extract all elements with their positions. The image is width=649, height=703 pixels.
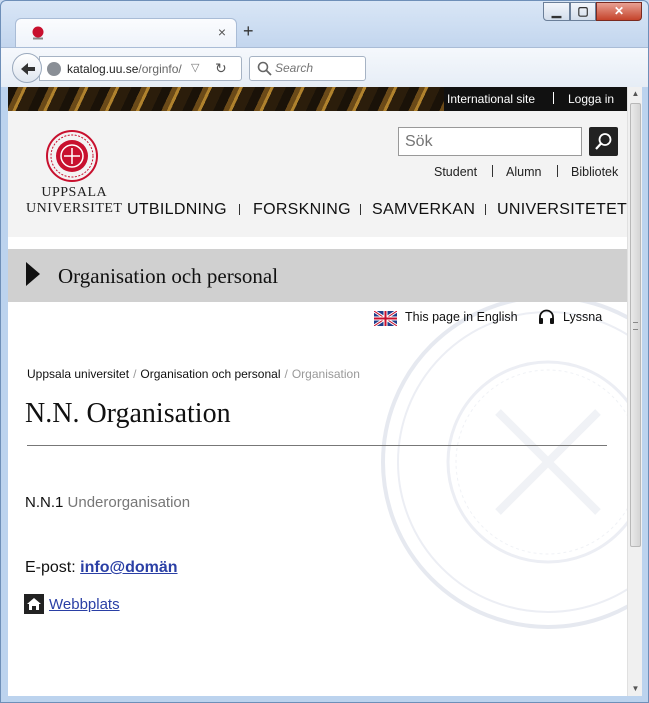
nav-samverkan[interactable]: SAMVERKAN (372, 201, 475, 219)
nav-universitetet[interactable]: UNIVERSITETET (497, 201, 627, 219)
minimize-icon: ▁ (551, 4, 562, 18)
tab-close-icon[interactable]: × (218, 24, 226, 40)
nav-utbildning[interactable]: UTBILDNING (127, 201, 227, 219)
uu-favicon-icon (32, 26, 44, 40)
uppsala-seal-icon[interactable] (46, 130, 98, 182)
url-bar[interactable]: katalog.uu.se/orginfo/ ▽ ↻ (39, 56, 242, 81)
url-path: /orginfo/ (138, 62, 182, 76)
headphones-icon[interactable] (538, 309, 555, 324)
browser-window: × + ▁ ▢ ✕ katalog.uu.se/orginfo/ ▽ ↻ Int… (0, 0, 649, 703)
quick-link-separator (557, 165, 558, 177)
top-link-separator (553, 92, 554, 104)
email-row: E-post: info@domän (25, 559, 178, 577)
minimize-button[interactable]: ▁ (543, 2, 570, 21)
login-link[interactable]: Logga in (568, 92, 614, 106)
url-dropdown-icon[interactable]: ▽ (191, 61, 199, 74)
website-link[interactable]: Webbplats (49, 596, 120, 613)
back-button[interactable] (12, 53, 42, 83)
bibliotek-link[interactable]: Bibliotek (571, 165, 618, 179)
breadcrumb: Uppsala universitet / Organisation och per… (27, 367, 360, 381)
page-title: N.N. Organisation (25, 398, 231, 429)
section-title[interactable]: Organisation och personal (58, 264, 278, 289)
nav-forskning[interactable]: FORSKNING (253, 201, 351, 219)
site-search-button[interactable] (589, 127, 618, 156)
nav-separator (239, 204, 240, 215)
site-header: UPPSALA UNIVERSITET Student Alumn Biblio… (8, 111, 627, 237)
browser-search-input[interactable] (275, 61, 360, 75)
email-label: E-post: (25, 559, 76, 576)
url-text[interactable]: katalog.uu.se/orginfo/ (67, 62, 182, 76)
maximize-icon: ▢ (577, 4, 589, 18)
navigation-toolbar: katalog.uu.se/orginfo/ ▽ ↻ (1, 47, 648, 87)
breadcrumb-organisation-personal[interactable]: Organisation och personal (140, 367, 280, 381)
alumn-link[interactable]: Alumn (506, 165, 541, 179)
home-icon (24, 594, 44, 614)
breadcrumb-separator: / (133, 367, 137, 381)
vertical-scrollbar[interactable]: ▲ ▼ (627, 87, 642, 696)
title-divider (27, 445, 607, 446)
title-bar: × + ▁ ▢ ✕ (1, 1, 648, 48)
university-name[interactable]: UPPSALA UNIVERSITET (26, 185, 123, 217)
maximize-button[interactable]: ▢ (570, 2, 596, 21)
listen-link[interactable]: Lyssna (563, 310, 602, 324)
nav-separator (485, 204, 486, 215)
breadcrumb-separator: / (284, 367, 288, 381)
scrollbar-thumb[interactable] (630, 103, 641, 547)
section-header-bar[interactable]: Organisation och personal (8, 249, 627, 302)
close-window-button[interactable]: ✕ (596, 2, 642, 21)
international-site-link[interactable]: International site (447, 92, 535, 106)
page-content: International site Logga in UPPSALA UNIV… (8, 87, 627, 696)
site-search-input[interactable] (398, 127, 582, 156)
nav-separator (360, 204, 361, 215)
reload-icon[interactable]: ↻ (215, 60, 227, 77)
suborg-label[interactable]: Underorganisation (68, 494, 191, 511)
close-icon: ✕ (613, 4, 625, 18)
student-link[interactable]: Student (434, 165, 477, 179)
uk-flag-icon[interactable] (374, 311, 397, 326)
email-link[interactable]: info@domän (80, 559, 177, 576)
search-icon (257, 61, 272, 76)
triangle-right-icon (26, 262, 40, 286)
globe-icon (47, 62, 61, 76)
breadcrumb-current: Organisation (291, 367, 360, 381)
suborganisation-item: N.N.1 Underorganisation (25, 494, 190, 511)
scroll-up-icon[interactable]: ▲ (628, 87, 643, 101)
search-icon (595, 133, 612, 150)
quick-link-separator (492, 165, 493, 177)
new-tab-button[interactable]: + (243, 21, 254, 41)
back-arrow-icon (21, 63, 35, 75)
scroll-down-icon[interactable]: ▼ (628, 682, 643, 696)
url-domain: katalog.uu.se (67, 62, 139, 76)
browser-tab[interactable]: × (15, 18, 237, 48)
english-page-link[interactable]: This page in English (405, 310, 518, 324)
browser-search-box[interactable] (249, 56, 366, 81)
scroll-grip-icon (633, 322, 638, 330)
breadcrumb-home[interactable]: Uppsala universitet (27, 367, 129, 381)
seal-watermark-icon (381, 295, 627, 629)
suborg-code: N.N.1 (25, 494, 64, 511)
